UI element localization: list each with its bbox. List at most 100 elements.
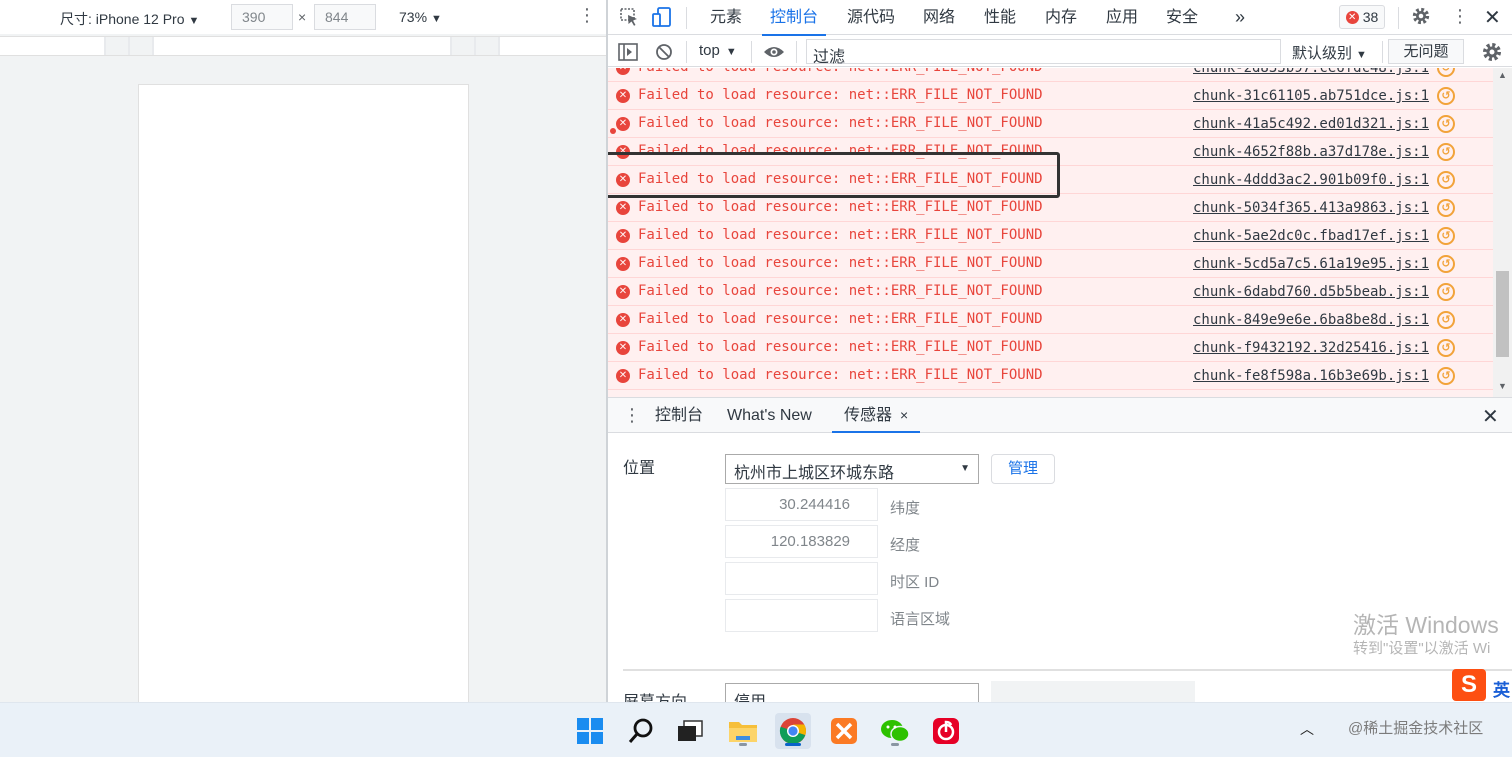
ai-explain-icon[interactable]: ↺ [1437, 68, 1455, 77]
scroll-thumb[interactable] [1496, 271, 1509, 357]
device-select[interactable]: 尺寸: iPhone 12 Pro ▼ [60, 9, 199, 29]
device-viewport[interactable] [138, 84, 469, 702]
tab-application[interactable]: 应用 [1106, 0, 1138, 35]
more-tabs-icon[interactable]: » [1235, 0, 1245, 35]
inspect-icon[interactable] [619, 7, 641, 27]
device-toggle-icon[interactable] [651, 7, 673, 27]
scroll-down-icon[interactable]: ▼ [1498, 381, 1507, 391]
longitude-input[interactable]: 120.183829 [725, 525, 878, 558]
log-row[interactable]: ✕ Failed to load resource: net::ERR_FILE_… [608, 68, 1493, 82]
ai-explain-icon[interactable]: ↺ [1437, 143, 1455, 161]
ai-explain-icon[interactable]: ↺ [1437, 367, 1455, 385]
error-count-badge[interactable]: ✕ 38 [1339, 5, 1385, 29]
ai-explain-icon[interactable]: ↺ [1437, 255, 1455, 273]
log-source-link[interactable]: chunk-31c61105.ab751dce.js:1 [1193, 88, 1429, 104]
issues-button[interactable]: 无问题 [1388, 39, 1464, 64]
locale-input[interactable] [725, 599, 878, 632]
log-source-link[interactable]: chunk-5034f365.413a9863.js:1 [1193, 200, 1429, 216]
taskbar-xampp[interactable] [826, 713, 862, 749]
tab-sources[interactable]: 源代码 [847, 0, 895, 35]
log-source-link[interactable]: chunk-5cd5a7c5.61a19e95.js:1 [1193, 256, 1429, 272]
ai-explain-icon[interactable]: ↺ [1437, 199, 1455, 217]
taskbar-wechat[interactable] [877, 713, 913, 749]
drawer-menu-icon[interactable]: ⋮ [623, 405, 641, 426]
context-select[interactable]: top ▼ [699, 42, 737, 59]
log-message: Failed to load resource: net::ERR_FILE_N… [638, 68, 1043, 75]
task-view-button[interactable] [672, 713, 708, 749]
caret-down-icon: ▼ [431, 13, 442, 25]
tab-security[interactable]: 安全 [1166, 0, 1198, 35]
times-sign: × [298, 9, 307, 25]
log-source-link[interactable]: chunk-5ae2dc0c.fbad17ef.js:1 [1193, 228, 1429, 244]
log-source-link[interactable]: chunk-4ddd3ac2.901b09f0.js:1 [1193, 172, 1429, 188]
width-input[interactable]: 390 [231, 4, 293, 30]
console-scrollbar[interactable]: ▲ ▼ [1493, 68, 1512, 397]
ai-explain-icon[interactable]: ↺ [1437, 171, 1455, 189]
taskbar-chrome[interactable] [775, 713, 811, 749]
log-row[interactable]: ✕ Failed to load resource: net::ERR_FILE_… [608, 362, 1493, 390]
ai-explain-icon[interactable]: ↺ [1437, 87, 1455, 105]
location-select-value: 杭州市上城区环城东路 [734, 465, 895, 482]
ai-explain-icon[interactable]: ↺ [1437, 227, 1455, 245]
close-tab-icon[interactable]: × [900, 407, 908, 423]
scroll-up-icon[interactable]: ▲ [1498, 70, 1507, 80]
tab-network[interactable]: 网络 [923, 0, 955, 35]
log-source-link[interactable]: chunk-fe8f598a.16b3e69b.js:1 [1193, 368, 1429, 384]
sogou-ime-logo[interactable]: S [1452, 669, 1486, 701]
log-row[interactable]: ✕ Failed to load resource: net::ERR_FILE_… [608, 278, 1493, 306]
timezone-input[interactable] [725, 562, 878, 595]
log-source-link[interactable]: chunk-2d833b97.ce6fdc48.js:1 [1193, 68, 1429, 76]
log-source-link[interactable]: chunk-6dabd760.d5b5beab.js:1 [1193, 284, 1429, 300]
log-row[interactable]: ✕ Failed to load resource: net::ERR_FILE_… [608, 222, 1493, 250]
latitude-input[interactable]: 30.244416 [725, 488, 878, 521]
media-query-ruler[interactable] [0, 36, 606, 56]
drawer-tab-whats-new[interactable]: What's New [727, 398, 812, 433]
settings-gear-icon[interactable] [1410, 6, 1432, 26]
console-settings-gear-icon[interactable] [1481, 41, 1503, 63]
log-levels-label: 默认级别 [1292, 45, 1353, 62]
tab-performance[interactable]: 性能 [984, 0, 1016, 35]
ai-explain-icon[interactable]: ↺ [1437, 115, 1455, 133]
log-row[interactable]: ✕ Failed to load resource: net::ERR_FILE_… [608, 250, 1493, 278]
clear-console-icon[interactable] [655, 43, 673, 61]
drawer-tab-console[interactable]: 控制台 [655, 398, 703, 433]
close-devtools-icon[interactable]: ✕ [1484, 5, 1501, 30]
more-options-icon[interactable]: ⋮ [578, 6, 596, 24]
log-source-link[interactable]: chunk-41a5c492.ed01d321.js:1 [1193, 116, 1429, 132]
log-row[interactable]: ✕ Failed to load resource: net::ERR_FILE_… [608, 194, 1493, 222]
orientation-custom-input [991, 681, 1195, 702]
ime-language-indicator[interactable]: 英 [1493, 676, 1510, 701]
taskbar-netease-music[interactable] [928, 713, 964, 749]
ai-explain-icon[interactable]: ↺ [1437, 283, 1455, 301]
live-expression-eye-icon[interactable] [763, 44, 785, 60]
sidebar-toggle-icon[interactable] [618, 43, 638, 61]
tab-console[interactable]: 控制台 [761, 0, 827, 36]
log-levels-select[interactable]: 默认级别 ▼ [1292, 42, 1367, 63]
ai-explain-icon[interactable]: ↺ [1437, 311, 1455, 329]
log-source-link[interactable]: chunk-f9432192.32d25416.js:1 [1193, 340, 1429, 356]
more-options-icon[interactable]: ⋮ [1451, 6, 1469, 27]
tab-memory[interactable]: 内存 [1045, 0, 1077, 35]
log-row[interactable]: ✕ Failed to load resource: net::ERR_FILE_… [608, 334, 1493, 362]
log-row[interactable]: ✕ Failed to load resource: net::ERR_FILE_… [608, 306, 1493, 334]
drawer-tab-sensors[interactable]: 传感器 × [831, 398, 921, 433]
tab-elements[interactable]: 元素 [710, 0, 742, 35]
tray-expand-icon[interactable]: ︿ [1300, 719, 1314, 739]
orientation-select[interactable]: 停用 [725, 683, 979, 702]
taskbar-file-explorer[interactable] [725, 713, 761, 749]
close-drawer-icon[interactable]: ✕ [1482, 404, 1499, 429]
breakpoint-dot [610, 128, 616, 134]
ai-explain-icon[interactable]: ↺ [1437, 339, 1455, 357]
log-row[interactable]: ✕ Failed to load resource: net::ERR_FILE_… [608, 82, 1493, 110]
zoom-select[interactable]: 73% ▼ [399, 9, 442, 25]
log-source-link[interactable]: chunk-849e9e6e.6ba8be8d.js:1 [1193, 312, 1429, 328]
location-select[interactable]: 杭州市上城区环城东路 ▼ [725, 454, 979, 484]
console-filter-input[interactable]: 过滤 [806, 39, 1281, 66]
start-button[interactable] [572, 713, 608, 749]
height-input[interactable]: 844 [314, 4, 376, 30]
log-row[interactable]: ✕ Failed to load resource: net::ERR_FILE_… [608, 110, 1493, 138]
locale-label: 语言区域 [890, 611, 951, 628]
manage-button[interactable]: 管理 [991, 454, 1055, 484]
log-source-link[interactable]: chunk-4652f88b.a37d178e.js:1 [1193, 144, 1429, 160]
search-button[interactable] [623, 713, 659, 749]
